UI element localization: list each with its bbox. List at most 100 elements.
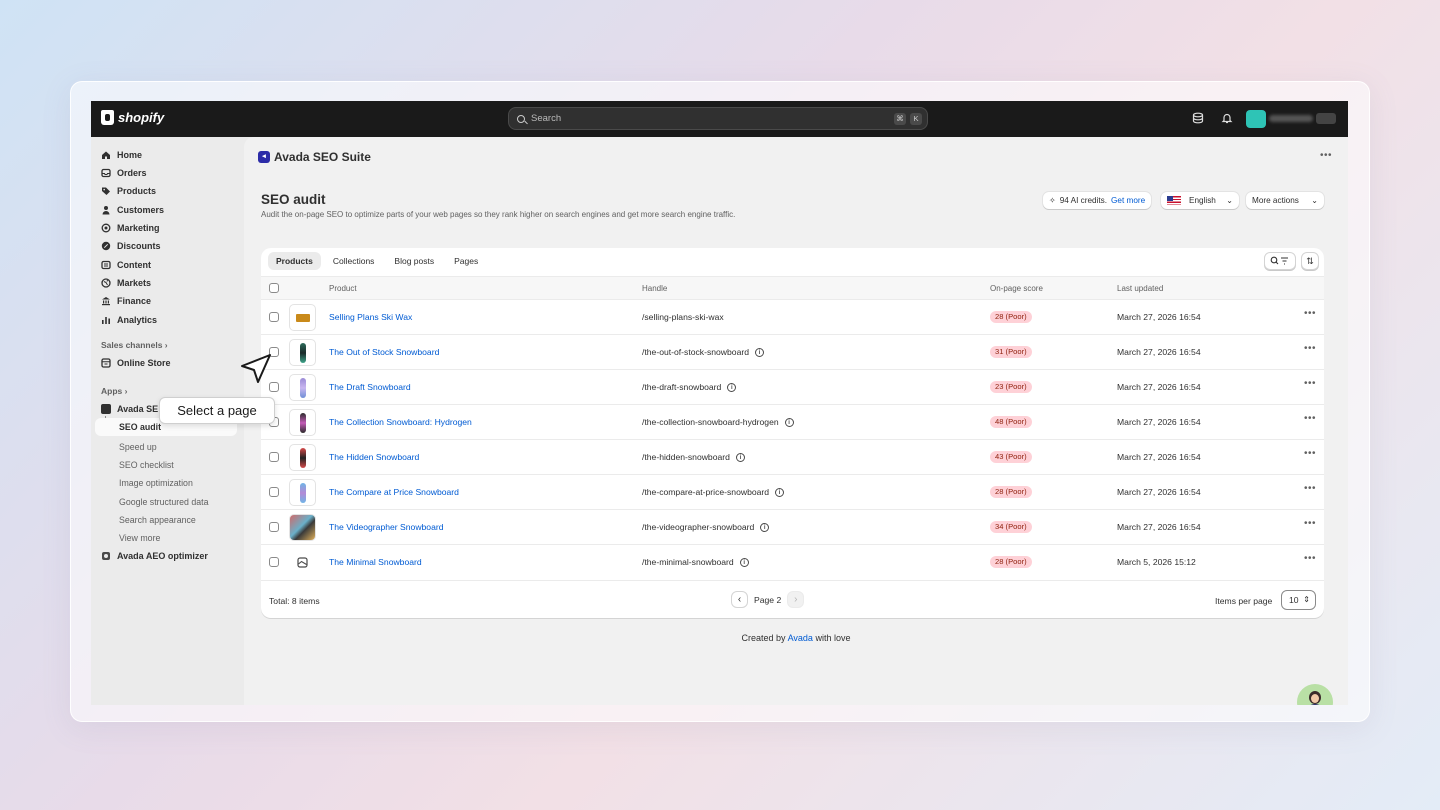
row-actions-icon[interactable]: ••• — [1304, 553, 1316, 564]
info-icon[interactable]: i — [784, 417, 794, 427]
snowboard-image — [300, 343, 306, 363]
tab-collections[interactable]: Collections — [325, 252, 383, 270]
row-actions-icon[interactable]: ••• — [1304, 343, 1316, 354]
row-actions-icon[interactable]: ••• — [1304, 518, 1316, 529]
items-per-page-select[interactable]: 10 ⇕ — [1281, 590, 1316, 610]
app-header: ◂ Avada SEO Suite — [258, 150, 371, 164]
sidebar-item-products[interactable]: Products — [101, 183, 156, 199]
top-bar: shopify Search ⌘ K — [91, 101, 1348, 137]
product-link[interactable]: Selling Plans Ski Wax — [329, 312, 412, 322]
info-icon[interactable]: i — [739, 557, 749, 567]
sidebar-item-markets[interactable]: Markets — [101, 275, 151, 291]
orders-icon — [101, 168, 111, 178]
info-icon[interactable]: i — [735, 452, 745, 462]
tab-pages[interactable]: Pages — [446, 252, 486, 270]
column-product: Product — [329, 284, 357, 293]
sidebar-item-avada-aeo[interactable]: Avada AEO optimizer — [101, 548, 208, 564]
table-row[interactable]: The Compare at Price Snowboard /the-comp… — [261, 475, 1324, 510]
select-chevron-icon: ⇕ — [1303, 595, 1310, 604]
row-checkbox[interactable] — [269, 452, 279, 462]
more-options-icon[interactable]: ••• — [1320, 150, 1332, 161]
avada-link[interactable]: Avada — [788, 633, 813, 643]
table-row[interactable]: The Minimal Snowboard /the-minimal-snowb… — [261, 545, 1324, 580]
sidebar-item-orders[interactable]: Orders — [101, 165, 147, 181]
previous-page-button[interactable]: ‹ — [731, 591, 748, 608]
sidebar-subitem-speed-up[interactable]: Speed up — [119, 442, 157, 452]
storage-icon[interactable] — [1192, 112, 1204, 124]
row-checkbox[interactable] — [269, 312, 279, 322]
row-actions-icon[interactable]: ••• — [1304, 483, 1316, 494]
table-row[interactable]: The Hidden Snowboard /the-hidden-snowboa… — [261, 440, 1324, 475]
tab-products[interactable]: Products — [268, 252, 321, 270]
handle-text: /the-hidden-snowboard — [642, 452, 730, 462]
product-link[interactable]: The Hidden Snowboard — [329, 452, 419, 462]
sidebar-subitem-structured-data[interactable]: Google structured data — [119, 497, 209, 507]
row-actions-icon[interactable]: ••• — [1304, 413, 1316, 424]
product-link[interactable]: The Draft Snowboard — [329, 382, 411, 392]
select-all-checkbox[interactable] — [269, 283, 279, 293]
store-avatar[interactable] — [1246, 110, 1266, 128]
sidebar-item-finance[interactable]: Finance — [101, 293, 151, 309]
row-checkbox[interactable] — [269, 522, 279, 532]
table-row[interactable]: The Out of Stock Snowboard /the-out-of-s… — [261, 335, 1324, 370]
sidebar-item-online-store[interactable]: Online Store — [101, 355, 171, 371]
account-initials-redacted[interactable] — [1316, 113, 1336, 124]
snowboard-image — [300, 413, 306, 433]
sidebar-item-label: Orders — [117, 168, 147, 178]
product-link[interactable]: The Minimal Snowboard — [329, 557, 422, 567]
store-name-redacted[interactable] — [1269, 115, 1313, 122]
product-link[interactable]: The Out of Stock Snowboard — [329, 347, 439, 357]
sidebar-subitem-search-appearance[interactable]: Search appearance — [119, 515, 196, 525]
tag-icon — [102, 187, 110, 195]
product-handle: /the-hidden-snowboard i — [642, 452, 745, 462]
row-actions-icon[interactable]: ••• — [1304, 308, 1316, 319]
search-filter-icon — [1270, 256, 1288, 265]
sidebar-subitem-seo-checklist[interactable]: SEO checklist — [119, 460, 174, 470]
search-filter-button[interactable] — [1264, 252, 1296, 270]
handle-text: /the-collection-snowboard-hydrogen — [642, 417, 779, 427]
next-page-button[interactable]: › — [787, 591, 805, 608]
sidebar-item-marketing[interactable]: Marketing — [101, 220, 160, 236]
table-row[interactable]: The Collection Snowboard: Hydrogen /the-… — [261, 405, 1324, 440]
home-icon — [102, 151, 110, 159]
sales-channels-heading[interactable]: Sales channels › — [101, 340, 168, 350]
info-icon[interactable]: i — [775, 487, 785, 497]
score-badge: 34 (Poor) — [990, 521, 1032, 533]
product-link[interactable]: The Videographer Snowboard — [329, 522, 444, 532]
info-icon[interactable]: i — [760, 522, 770, 532]
row-actions-icon[interactable]: ••• — [1304, 448, 1316, 459]
get-more-link[interactable]: Get more — [1111, 196, 1145, 205]
sidebar-item-analytics[interactable]: Analytics — [101, 312, 157, 328]
sidebar-subitem-image-optimization[interactable]: Image optimization — [119, 478, 193, 488]
search-bar[interactable]: Search ⌘ K — [508, 107, 928, 130]
table-row[interactable]: The Draft Snowboard /the-draft-snowboard… — [261, 370, 1324, 405]
info-icon[interactable]: i — [755, 347, 764, 357]
sidebar-subitem-view-more[interactable]: View more — [119, 533, 160, 543]
sidebar-item-home[interactable]: Home — [101, 147, 142, 163]
more-actions-button[interactable]: More actions ⌄ — [1246, 192, 1324, 209]
product-link[interactable]: The Collection Snowboard: Hydrogen — [329, 417, 472, 427]
sort-button[interactable]: ⇅ — [1301, 252, 1319, 270]
product-link[interactable]: The Compare at Price Snowboard — [329, 487, 459, 497]
product-thumbnail — [289, 514, 316, 541]
last-updated: March 27, 2026 16:54 — [1117, 347, 1201, 357]
row-checkbox[interactable] — [269, 557, 279, 567]
handle-text: /the-videographer-snowboard — [642, 522, 755, 532]
sidebar-item-content[interactable]: Content — [101, 257, 151, 273]
table-row[interactable]: The Videographer Snowboard /the-videogra… — [261, 510, 1324, 545]
row-checkbox[interactable] — [269, 487, 279, 497]
tab-blog-posts[interactable]: Blog posts — [386, 252, 442, 270]
row-actions-icon[interactable]: ••• — [1304, 378, 1316, 389]
product-handle: /the-minimal-snowboard i — [642, 557, 749, 567]
table-row[interactable]: Selling Plans Ski Wax /selling-plans-ski… — [261, 300, 1324, 335]
sales-channels-label: Sales channels — [101, 340, 163, 350]
info-icon[interactable]: i — [727, 382, 737, 392]
shopify-logo[interactable]: shopify — [101, 110, 164, 125]
sidebar-item-customers[interactable]: Customers — [101, 202, 164, 218]
sidebar-item-discounts[interactable]: Discounts — [101, 238, 161, 254]
bell-icon[interactable] — [1221, 112, 1233, 124]
language-select[interactable]: English ⌄ — [1161, 192, 1239, 209]
sidebar-item-avada-seo[interactable]: Avada SE — [101, 401, 158, 417]
support-avatar[interactable] — [1297, 684, 1333, 705]
apps-heading[interactable]: Apps › — [101, 386, 127, 396]
